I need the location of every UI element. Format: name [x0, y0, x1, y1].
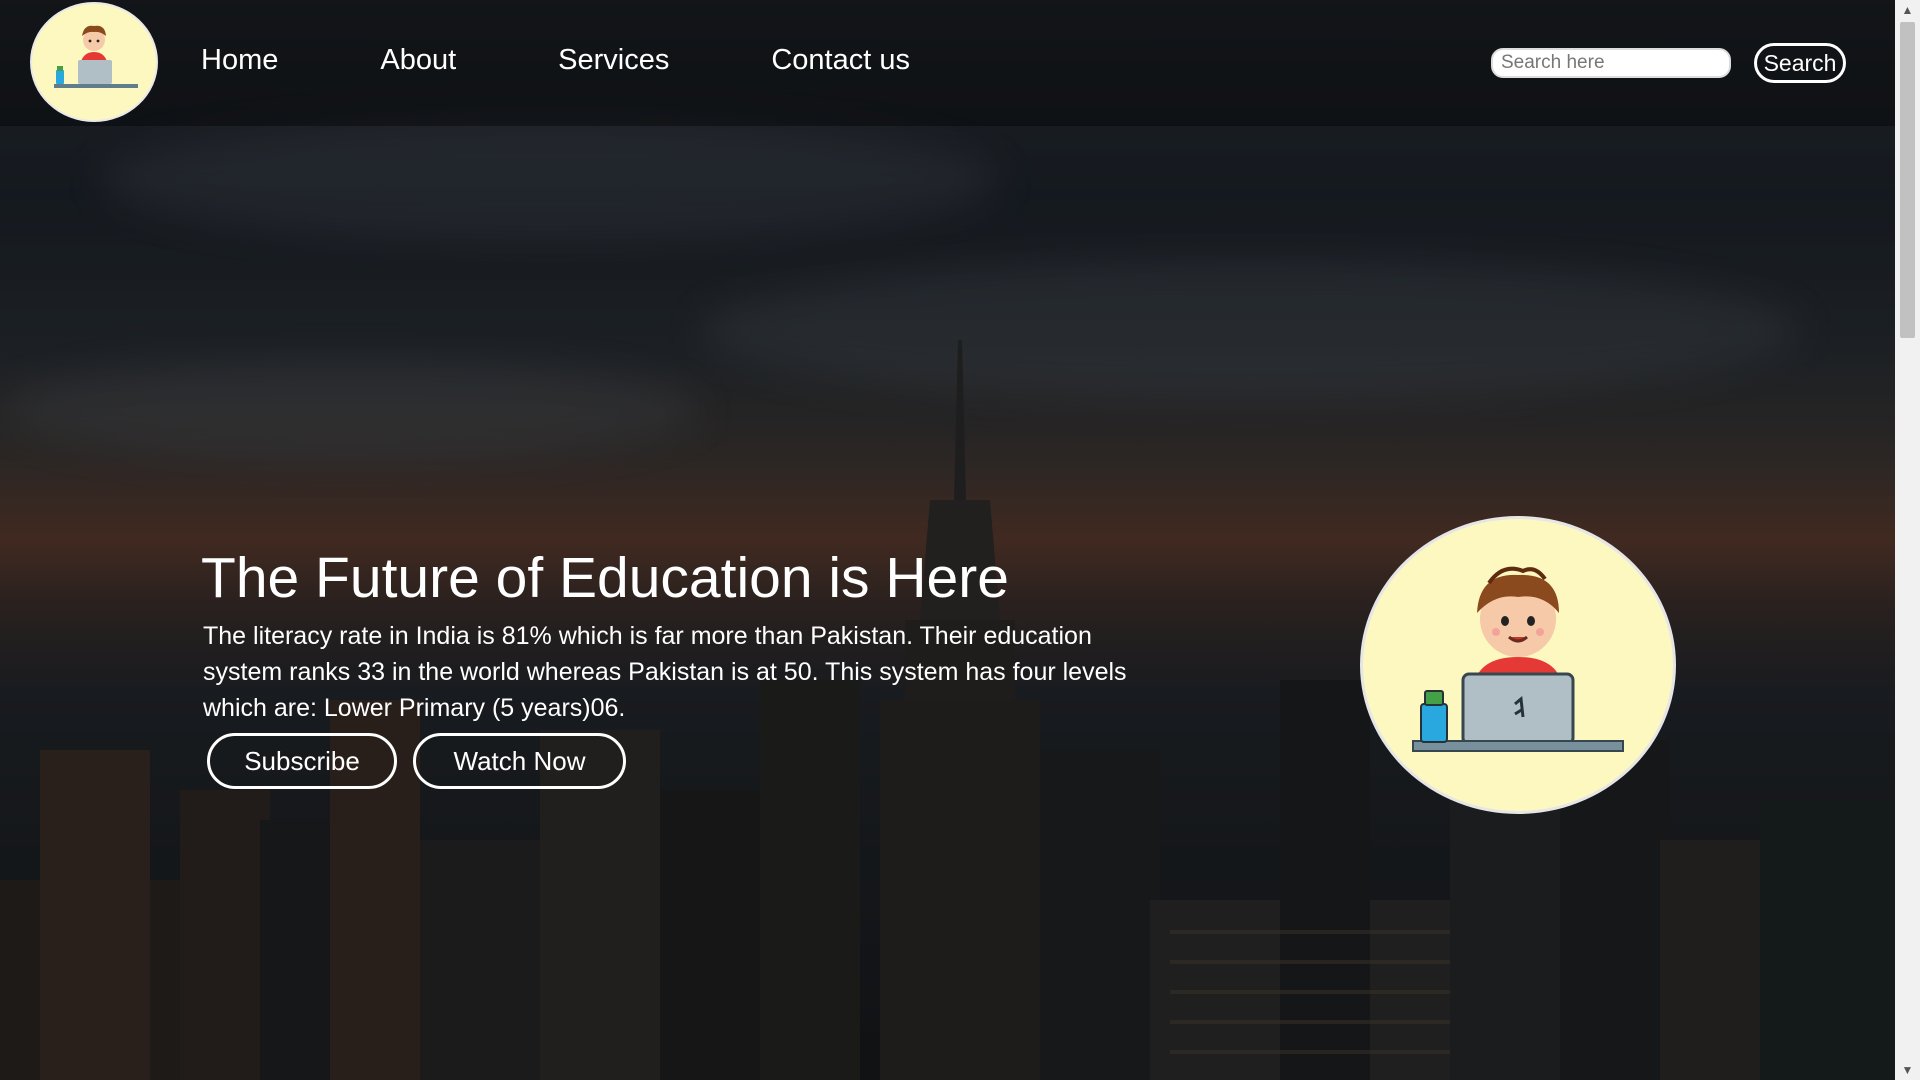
logo[interactable] — [30, 2, 158, 122]
boy-at-laptop-icon — [54, 25, 138, 88]
watch-now-button[interactable]: Watch Now — [413, 733, 626, 789]
vertical-scrollbar[interactable]: ▲ ▼ — [1895, 0, 1920, 1080]
scrollbar-thumb[interactable] — [1900, 22, 1915, 338]
scroll-down-arrow-icon[interactable]: ▼ — [1895, 1060, 1920, 1080]
hero-illustration — [1360, 516, 1676, 814]
nav-home[interactable]: Home — [201, 44, 278, 77]
hero-description: The literacy rate in India is 81% which … — [203, 622, 1127, 722]
hero-title: The Future of Education is Here — [201, 546, 1009, 610]
boy-at-laptop-icon — [1412, 566, 1624, 752]
nav-about[interactable]: About — [380, 44, 456, 77]
subscribe-button[interactable]: Subscribe — [207, 733, 397, 789]
nav-links: Home About Services Contact us — [201, 44, 1012, 77]
search-button[interactable]: Search — [1754, 43, 1846, 83]
navbar: Home About Services Contact us Search — [0, 0, 1895, 126]
scroll-up-arrow-icon[interactable]: ▲ — [1895, 0, 1920, 20]
nav-contact[interactable]: Contact us — [771, 44, 910, 77]
nav-services[interactable]: Services — [558, 44, 669, 77]
search-input[interactable] — [1491, 48, 1731, 78]
background-dim-overlay — [0, 0, 1895, 1080]
page-viewport: Home About Services Contact us Search Th… — [0, 0, 1895, 1080]
